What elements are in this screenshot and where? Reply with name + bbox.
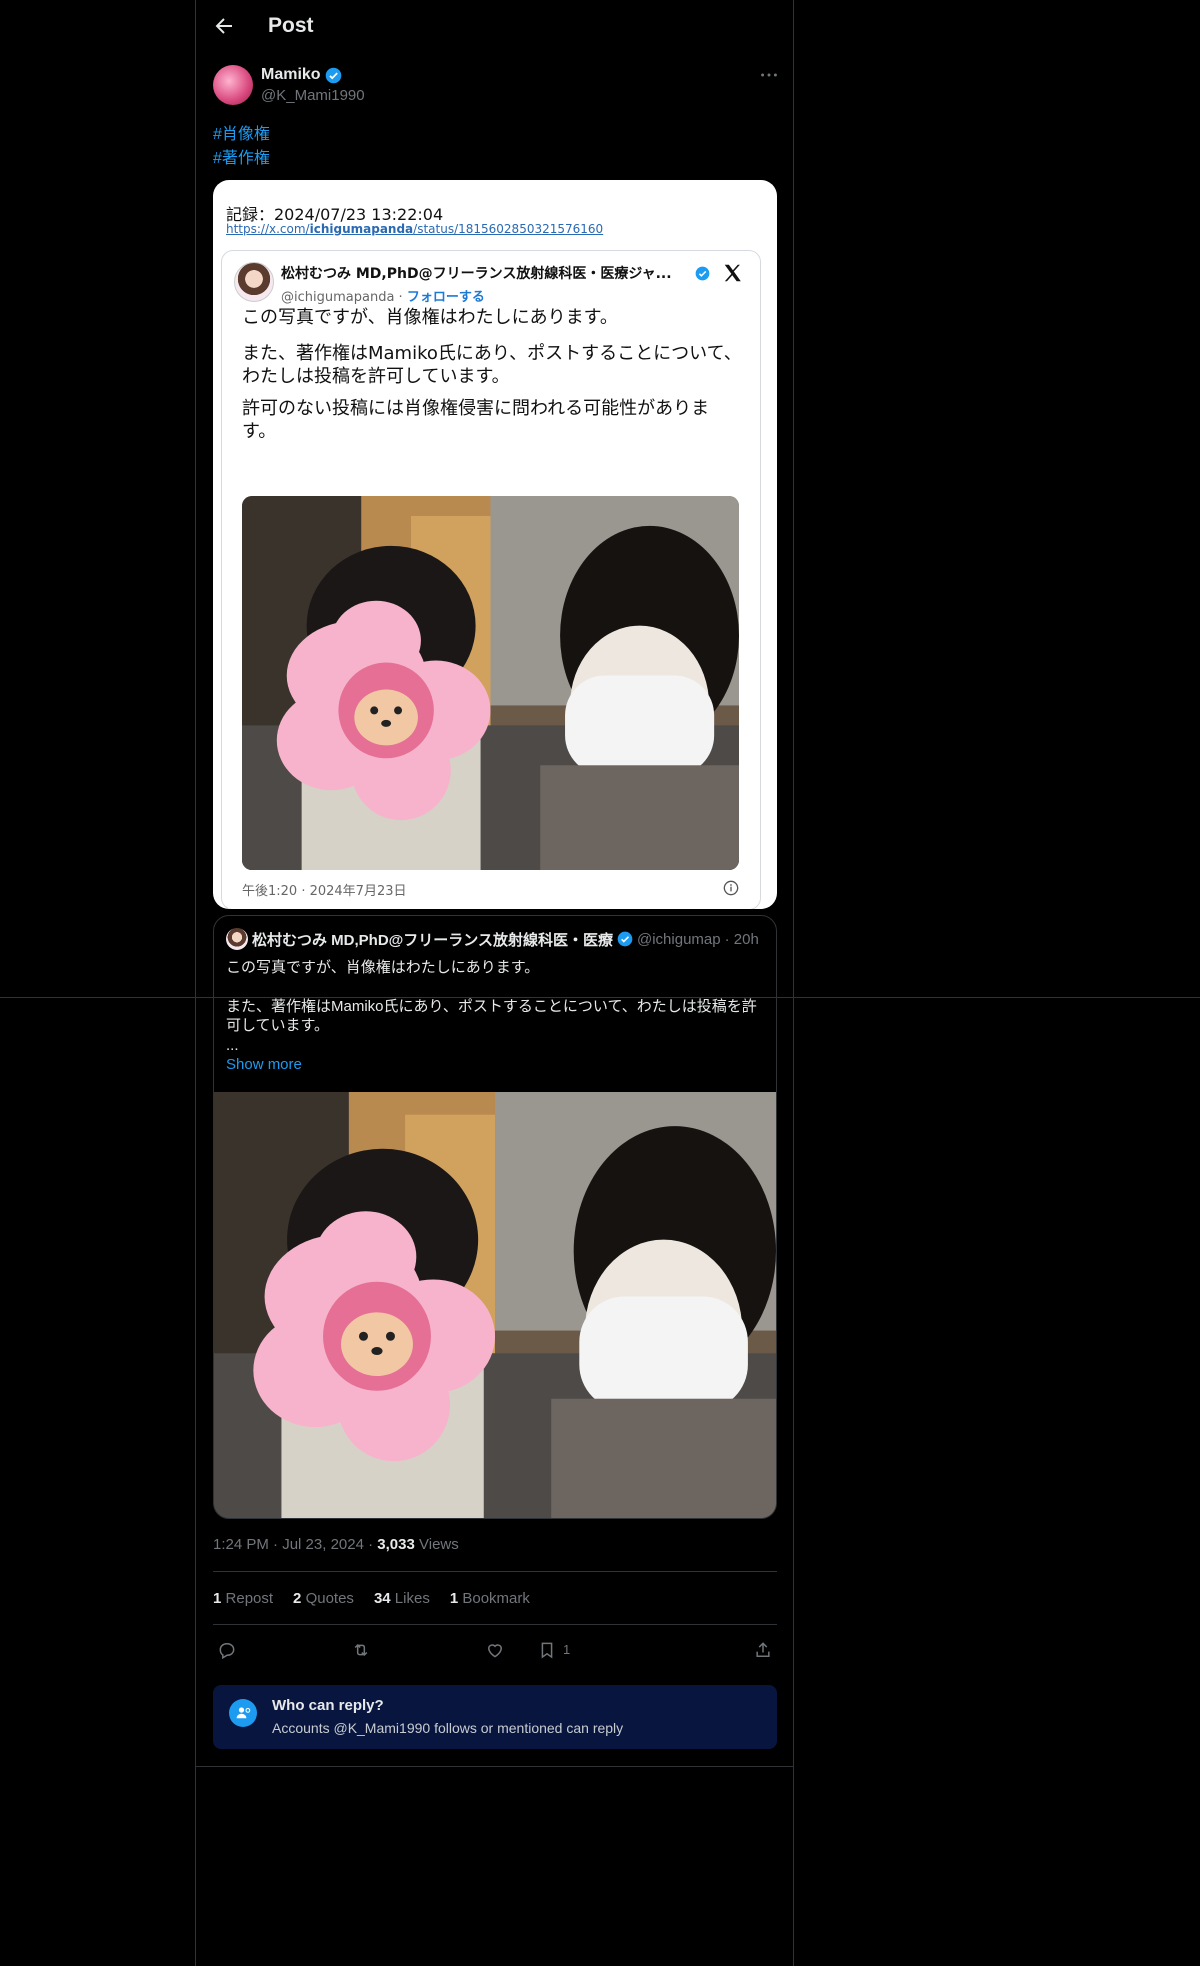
author-handle[interactable]: @K_Mami1990 — [261, 87, 365, 104]
quoted-author-avatar — [226, 928, 248, 950]
stat-quotes[interactable]: 2 Quotes — [293, 1590, 354, 1607]
divider — [213, 1571, 777, 1572]
stat-reposts[interactable]: 1 Repost — [213, 1590, 273, 1607]
action-bar: 1 — [213, 1636, 777, 1664]
verified-badge-icon — [617, 931, 633, 947]
author-name[interactable]: Mamiko — [261, 66, 321, 84]
embedded-text-paragraph: この写真ですが、肖像権はわたしにあります。 — [242, 307, 618, 328]
back-arrow-icon[interactable] — [212, 14, 236, 38]
divider — [195, 1766, 794, 1767]
who-can-reply-banner: Who can reply? Accounts @K_Mami1990 foll… — [213, 1685, 777, 1749]
engagement-stats: 1 Repost 2 Quotes 34 Likes 1 Bookmark — [213, 1590, 530, 1607]
quoted-author-handle: @ichigumap — [637, 930, 721, 948]
who-can-reply-subtitle: Accounts @K_Mami1990 follows or mentione… — [272, 1720, 624, 1736]
post-column: Post Mamiko @K_Mami1990 #肖像権 #著作権 記録：202… — [195, 0, 794, 1966]
like-icon[interactable] — [481, 1636, 509, 1664]
quoted-post-header: 松村むつみ MD,PhD@フリーランス放射線科医・医療 @ichigumap ·… — [226, 928, 759, 950]
page-title: Post — [268, 14, 314, 37]
who-can-reply-title: Who can reply? — [272, 1697, 384, 1714]
repost-icon[interactable] — [347, 1636, 375, 1664]
embedded-timestamp: 午後1:20 · 2024年7月23日 — [242, 884, 407, 899]
hashtag-link[interactable]: #著作権 — [213, 144, 270, 168]
more-options-icon[interactable] — [758, 64, 780, 86]
author-avatar[interactable] — [213, 65, 253, 105]
verified-badge-icon — [695, 266, 710, 281]
embedded-photo — [242, 496, 739, 870]
person-mention-icon — [229, 1699, 257, 1727]
embedded-text-paragraph: また、著作権はMamiko氏にあり、ポストすることについて、わたしは投稿を許可し… — [242, 343, 742, 387]
reply-icon[interactable] — [213, 1636, 241, 1664]
quoted-author-name: 松村むつみ MD,PhD@フリーランス放射線科医・医療 — [252, 931, 613, 949]
quoted-post-card[interactable]: 松村むつみ MD,PhD@フリーランス放射線科医・医療 @ichigumap ·… — [213, 915, 777, 1519]
stat-likes[interactable]: 34 Likes — [374, 1590, 430, 1607]
embedded-author-name: 松村むつみ MD,PhD@フリーランス放射線科医・医療ジャ... — [281, 266, 672, 282]
show-more-link[interactable]: Show more — [226, 1056, 302, 1073]
bookmark-count: 1 — [563, 1642, 571, 1657]
embedded-author-handle: @ichigumapanda · フォローする — [281, 290, 485, 305]
stat-bookmarks[interactable]: 1 Bookmark — [450, 1590, 530, 1607]
share-icon[interactable] — [749, 1636, 777, 1664]
header: Post — [196, 0, 795, 53]
embedded-author-avatar — [234, 262, 274, 302]
hashtag-link[interactable]: #肖像権 — [213, 120, 270, 144]
quoted-photo[interactable] — [214, 1092, 776, 1518]
record-url: https://x.com/ichigumapanda/status/18156… — [226, 222, 604, 236]
x-logo-icon — [724, 264, 741, 282]
divider — [213, 1624, 777, 1625]
views-count: 3,033 — [377, 1536, 415, 1553]
info-icon — [723, 880, 739, 896]
quoted-post-age: · 20h — [724, 930, 759, 948]
post-timestamp: 1:24 PM · Jul 23, 2024 · 3,033 Views — [213, 1536, 459, 1553]
quoted-text-ellipsis: ... — [226, 1037, 239, 1054]
quoted-text-paragraph: また、著作権はMamiko氏にあり、ポストすることについて、わたしは投稿を許可し… — [226, 998, 757, 1034]
embedded-tweet-card: 松村むつみ MD,PhD@フリーランス放射線科医・医療ジャ... @ichigu… — [221, 250, 761, 909]
horizontal-guide-line — [0, 997, 1200, 998]
author-name-row: Mamiko — [261, 66, 342, 84]
verified-badge-icon — [325, 67, 341, 83]
bookmark-icon[interactable] — [533, 1636, 561, 1664]
attached-screenshot-image[interactable]: 記録：2024/07/23 13:22:04 https://x.com/ich… — [213, 180, 777, 909]
embedded-text-paragraph: 許可のない投稿には肖像権侵害に問われる可能性があります。 — [242, 398, 710, 442]
quoted-text-paragraph: この写真ですが、肖像権はわたしにあります。 — [226, 959, 540, 976]
